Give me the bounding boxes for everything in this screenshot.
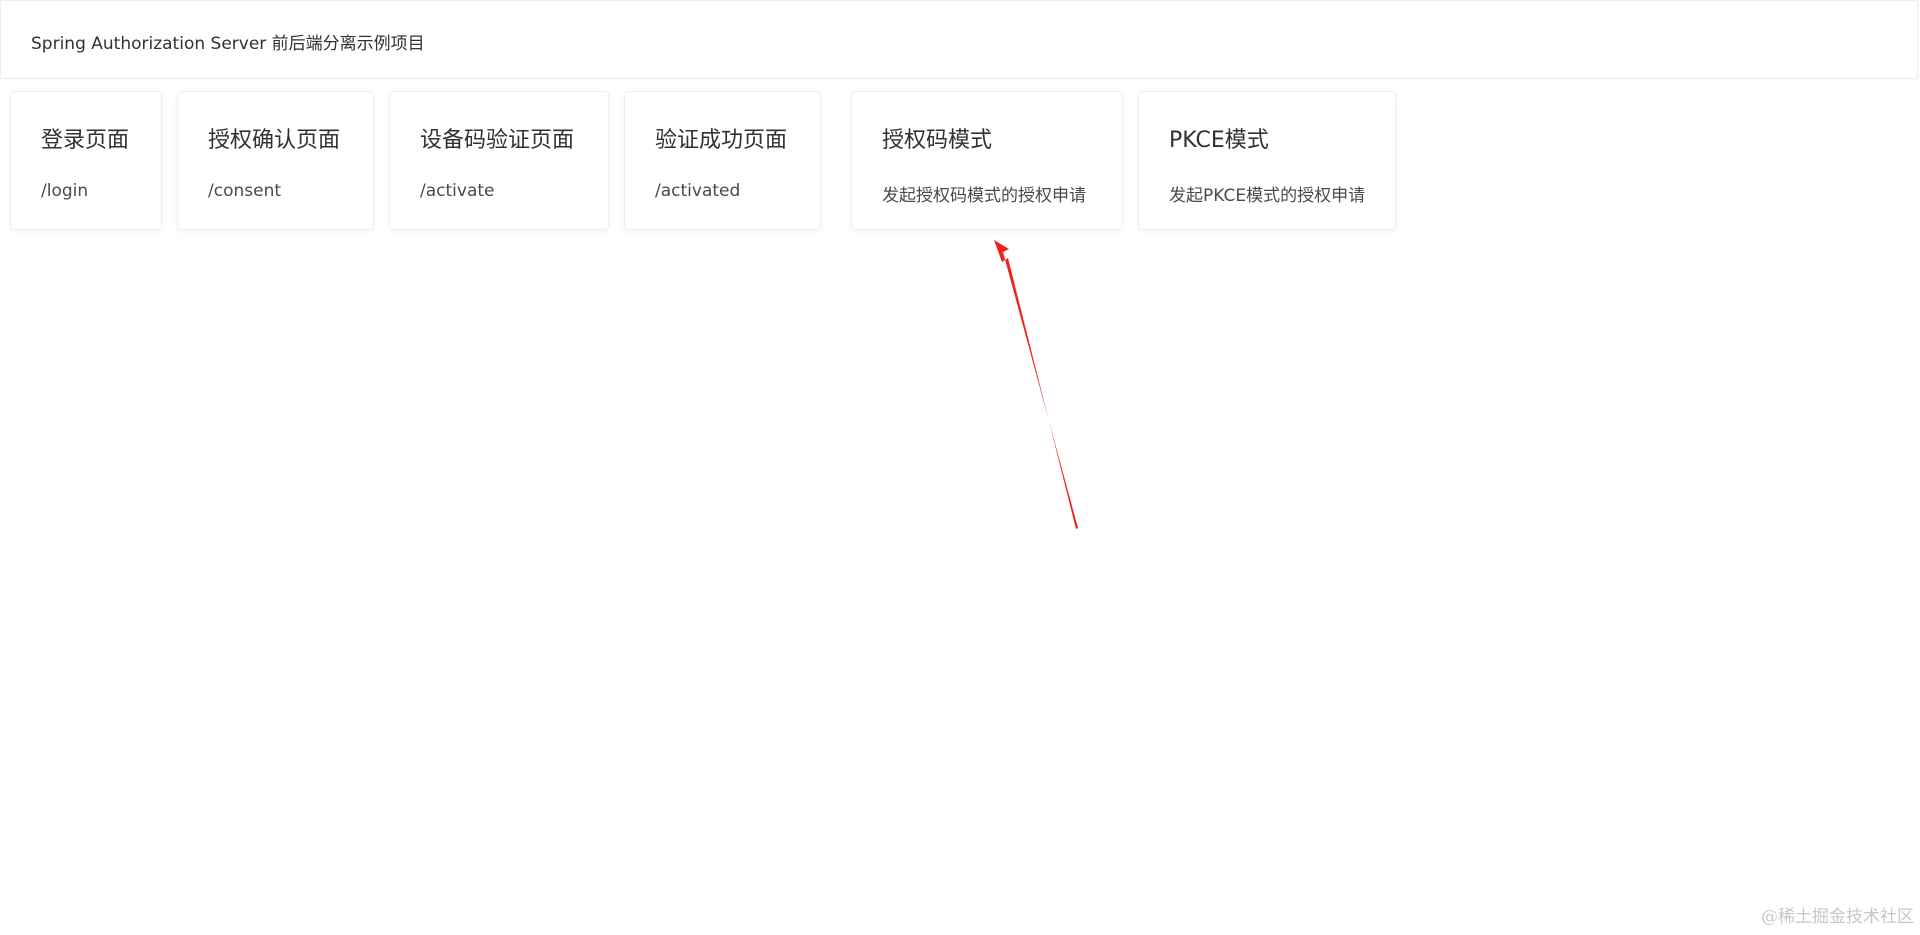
card-login-page[interactable]: 登录页面 /login xyxy=(10,91,162,230)
card-activated-page[interactable]: 验证成功页面 /activated xyxy=(624,91,821,230)
card-description: 发起PKCE模式的授权申请 xyxy=(1169,186,1366,206)
card-title: 授权码模式 xyxy=(882,128,993,153)
page: Spring Authorization Server 前后端分离示例项目 登录… xyxy=(0,0,1920,935)
card-title: 登录页面 xyxy=(41,128,130,153)
card-device-activate-page[interactable]: 设备码验证页面 /activate xyxy=(389,91,609,230)
card-consent-page[interactable]: 授权确认页面 /consent xyxy=(177,91,374,230)
card-authorization-code-mode[interactable]: 授权码模式 发起授权码模式的授权申请 xyxy=(851,91,1123,230)
watermark: @稀土掘金技术社区 xyxy=(1761,907,1914,927)
card-title: 授权确认页面 xyxy=(208,128,341,153)
card-description: /activated xyxy=(655,181,741,201)
card-pkce-mode[interactable]: PKCE模式 发起PKCE模式的授权申请 xyxy=(1138,91,1396,230)
card-description: /activate xyxy=(420,181,495,201)
card-list: 登录页面 /login 授权确认页面 /consent 设备码验证页面 /act… xyxy=(0,91,1920,231)
page-title: Spring Authorization Server 前后端分离示例项目 xyxy=(31,34,425,54)
card-description: /consent xyxy=(208,181,282,201)
card-title: 设备码验证页面 xyxy=(420,128,575,153)
card-description: 发起授权码模式的授权申请 xyxy=(882,186,1086,206)
card-title: PKCE模式 xyxy=(1169,128,1269,153)
card-title: 验证成功页面 xyxy=(655,128,788,153)
annotation-arrow-shape xyxy=(994,240,1078,529)
card-description: /login xyxy=(41,181,89,201)
page-header: Spring Authorization Server 前后端分离示例项目 xyxy=(0,0,1918,79)
